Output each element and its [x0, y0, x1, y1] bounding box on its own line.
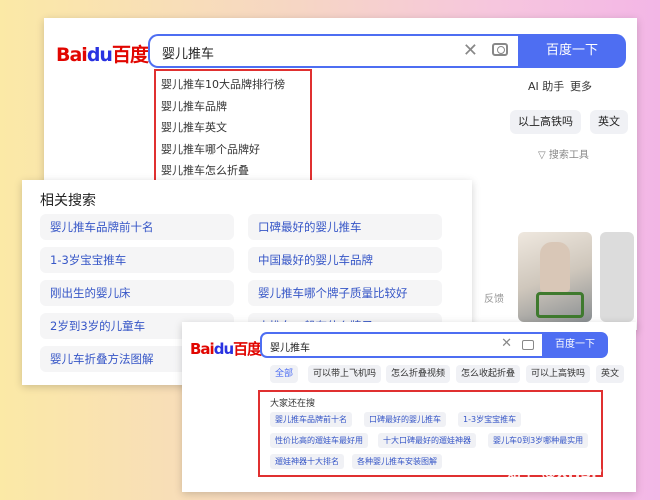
keyword-chip[interactable]: 十大口碑最好的遛娃神器 — [378, 433, 476, 448]
close-icon[interactable]: ✕ — [463, 40, 478, 61]
suggestion-item[interactable]: 婴儿推车品牌 — [161, 96, 305, 118]
ai-helper-link[interactable]: AI 助手 — [528, 78, 564, 94]
suggestion-item[interactable]: 婴儿推车英文 — [161, 117, 305, 139]
search-button[interactable]: 百度一下 — [518, 34, 626, 68]
suggestion-item[interactable]: 婴儿推车怎么折叠 — [161, 160, 305, 182]
related-item[interactable]: 婴儿推车哪个牌子质量比较好 — [248, 280, 442, 306]
keyword-chip[interactable]: 婴儿推车品牌前十名 — [270, 412, 352, 427]
suggestion-item[interactable]: 婴儿推车10大品牌排行榜 — [161, 74, 305, 96]
filter-tab[interactable]: 怎么折叠视频 — [386, 365, 451, 383]
search-input[interactable]: 婴儿推车 ✕ — [260, 332, 542, 358]
filter-tab[interactable]: 英文 — [596, 365, 625, 383]
keyword-chip[interactable]: 婴儿车0到3岁哪种最实用 — [488, 433, 589, 448]
filter-icon: ▽ — [538, 150, 549, 161]
search-query[interactable]: 婴儿推车 — [270, 339, 310, 354]
keyword-chip[interactable]: 各种婴儿推车安装图解 — [352, 454, 442, 469]
close-icon[interactable]: ✕ — [501, 336, 512, 351]
related-item[interactable]: 中国最好的婴儿车品牌 — [248, 247, 442, 273]
related-chip[interactable]: 以上高铁吗 — [510, 110, 581, 134]
result-image[interactable] — [600, 232, 634, 322]
search-input[interactable]: 婴儿推车 ✕ — [148, 34, 518, 68]
search-query[interactable]: 婴儿推车 — [162, 43, 214, 62]
keyword-chip[interactable]: 性价比高的遛娃车最好用 — [270, 433, 368, 448]
keyword-chip[interactable]: 遛娃神器十大排名 — [270, 454, 344, 469]
tab-all[interactable]: 全部 — [270, 365, 299, 383]
suggestion-list: 婴儿推车10大品牌排行榜 婴儿推车品牌 婴儿推车英文 婴儿推车哪个品牌好 婴儿推… — [154, 69, 312, 184]
keyword-chip[interactable]: 口碑最好的婴儿推车 — [364, 412, 446, 427]
search-tools-link[interactable]: ▽ 搜索工具 — [538, 146, 589, 161]
feedback-link[interactable]: 反馈 — [484, 290, 504, 305]
related-item[interactable]: 婴儿推车品牌前十名 — [40, 214, 234, 240]
camera-icon[interactable] — [492, 43, 508, 56]
filter-tab[interactable]: 可以上高铁吗 — [526, 365, 591, 383]
stroller-image[interactable] — [518, 232, 592, 322]
filter-tab[interactable]: 怎么收起折叠 — [456, 365, 521, 383]
search-button[interactable]: 百度一下 — [542, 332, 608, 358]
camera-icon[interactable] — [522, 340, 534, 350]
related-item[interactable]: 1-3岁宝宝推车 — [40, 247, 234, 273]
related-chip[interactable]: 英文 — [590, 110, 628, 134]
filter-tab[interactable]: 可以带上飞机吗 — [308, 365, 382, 383]
related-item[interactable]: 刚出生的婴儿床 — [40, 280, 234, 306]
related-title: 相关搜索 — [40, 193, 96, 209]
suggestion-item[interactable]: 婴儿推车哪个品牌好 — [161, 139, 305, 161]
keyword-chip[interactable]: 1-3岁宝宝推车 — [458, 412, 522, 427]
others-heading: 大家还在搜 — [270, 399, 316, 409]
baidu-logo[interactable]: Baidu百度 — [56, 40, 149, 67]
watermark: 知乎 @XHSPlus — [506, 464, 627, 482]
baidu-logo[interactable]: Baidu百度 — [190, 338, 262, 359]
related-item[interactable]: 口碑最好的婴儿推车 — [248, 214, 442, 240]
more-link[interactable]: 更多 — [570, 78, 592, 94]
